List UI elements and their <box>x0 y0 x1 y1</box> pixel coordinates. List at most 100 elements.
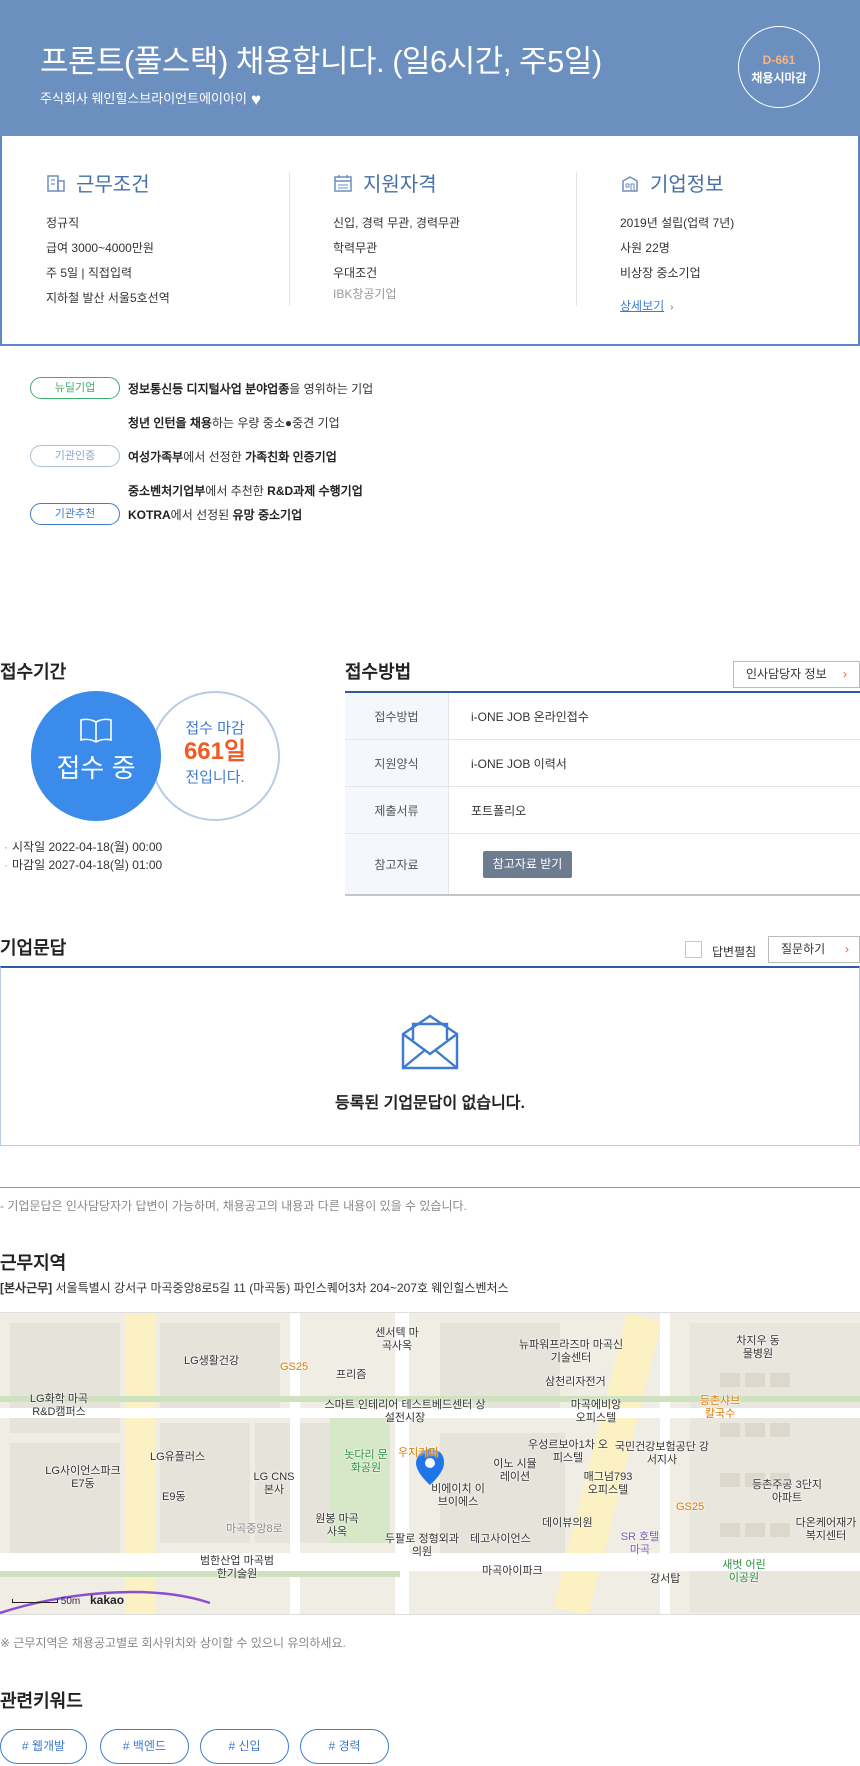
dday-circle: D-661 채용시마감 <box>738 26 820 108</box>
scale-bar <box>12 1599 58 1604</box>
work-item: 정규직 <box>46 216 80 230</box>
map-label: 차지우 동물병원 <box>736 1335 780 1360</box>
method-row-value: i-ONE JOB 이력서 <box>471 756 567 771</box>
scale-label: 50m <box>60 1596 81 1607</box>
method-table: 접수방법 i-ONE JOB 온라인접수 지원양식 i-ONE JOB 이력서 … <box>345 691 860 896</box>
work-item: 급여 3000~4000만원 <box>46 241 154 255</box>
expand-answers-checkbox[interactable] <box>685 941 702 958</box>
map-label: 범한산업 마곡범한기술원 <box>200 1555 274 1580</box>
work-conditions-title: 근무조건 <box>46 168 170 197</box>
chevron-right-icon: › <box>845 942 849 956</box>
map-label: 우지커피 <box>398 1447 439 1459</box>
location-map[interactable]: LG생활건강 GS25 프리즘 센서텍 마곡사옥 뉴파워프라즈마 마곡신기술센터… <box>0 1312 860 1615</box>
badge-desc: 청년 인턴을 채용하는 우량 중소●중견 기업 <box>128 414 340 431</box>
keyword-tag[interactable]: # 백엔드 <box>100 1729 189 1764</box>
heart-icon[interactable]: ♥ <box>251 90 261 110</box>
hr-info-label[interactable]: 인사담당자 정보 <box>746 667 827 681</box>
method-row-value: 참고자료 받기 <box>449 834 860 894</box>
company-name[interactable]: 주식회사 웨인힐스브라이언트에이아이 ♥ <box>40 88 261 110</box>
map-label: LG생활건강 <box>184 1355 240 1367</box>
qa-empty-box: 등록된 기업문답이 없습니다. <box>0 966 860 1146</box>
cert-badge: 기관인증 <box>30 445 120 467</box>
location-note: ※ 근무지역은 채용공고별로 회사위치와 상이할 수 있으니 유의하세요. <box>0 1636 346 1650</box>
company-item: 2019년 설립(업력 7년) <box>620 216 735 230</box>
calendar-icon <box>334 174 352 192</box>
company-detail-link[interactable]: 상세보기 › <box>620 297 674 314</box>
download-reference-button[interactable]: 참고자료 받기 <box>483 850 572 878</box>
company-detail-label[interactable]: 상세보기 <box>620 299 664 313</box>
column-divider <box>289 172 290 306</box>
dday-label: 채용시마감 <box>751 71 807 85</box>
hr-info-button[interactable]: 인사담당자 정보 › <box>733 661 860 688</box>
badge-desc: 정보통신등 디지털사업 분야업종을 영위하는 기업 <box>128 380 373 397</box>
end-date: 마감일 2027-04-18(일) 01:00 <box>4 856 162 874</box>
column-divider <box>576 172 577 306</box>
qualifications-title: 지원자격 <box>333 168 460 197</box>
office-icon <box>622 175 638 192</box>
deadline-circle: 접수 마감 661일 전입니다. <box>150 691 280 821</box>
map-label: 마곡중앙8로 <box>226 1523 283 1535</box>
badge-desc: KOTRA에서 선정된 유망 중소기업 <box>128 506 302 523</box>
ask-question-label[interactable]: 질문하기 <box>781 942 825 956</box>
work-item: 주 5일 | 직접입력 <box>46 266 133 280</box>
company-item: 사원 22명 <box>620 241 670 255</box>
map-label: 뉴파워프라즈마 마곡신기술센터 <box>518 1339 624 1364</box>
preferred-condition: IBK창공기업 <box>333 287 397 301</box>
map-label: LG CNS 본사 <box>253 1471 295 1496</box>
method-row-head: 제출서류 <box>345 787 449 833</box>
deadline-prefix: 접수 마감 <box>185 720 245 737</box>
map-label: 마곡아이파크 <box>482 1565 543 1577</box>
location-title: 근무지역 <box>0 1253 67 1273</box>
map-label: GS25 <box>676 1501 705 1513</box>
company-info-label: 기업정보 <box>650 174 724 196</box>
map-label: 데이뷰의원 <box>542 1517 593 1529</box>
method-row: 접수방법 i-ONE JOB 온라인접수 <box>345 693 860 740</box>
period-title: 접수기간 <box>0 662 67 682</box>
status-label: 접수 중 <box>56 753 136 783</box>
badge-desc-text: 하는 우량 중소●중견 기업 <box>211 416 340 430</box>
map-label: 우성르보아1차 오피스텔 <box>528 1439 609 1464</box>
book-icon <box>80 718 112 743</box>
map-scale: 50m <box>12 1596 80 1607</box>
map-label: 테고사이언스 <box>470 1533 531 1545</box>
badge-desc-text: 에서 선정된 <box>170 508 233 522</box>
building-icon <box>47 174 65 192</box>
company-info: 기업정보 2019년 설립(업력 7년) 사원 22명 비상장 중소기업 상세보… <box>620 168 734 314</box>
map-label: 매그넘793 오피스텔 <box>583 1471 633 1496</box>
qualification-item: 신입, 경력 무관, 경력무관 <box>333 216 461 230</box>
method-row: 지원양식 i-ONE JOB 이력서 <box>345 740 860 787</box>
deadline-days: 661일 <box>183 738 247 765</box>
divider <box>0 1187 860 1188</box>
badge-desc-text: 에서 추천한 <box>205 484 268 498</box>
company-name-text[interactable]: 주식회사 웨인힐스브라이언트에이아이 <box>40 91 247 106</box>
address-text: 서울특별시 강서구 마곡중앙8로5길 11 (마곡동) 파인스퀘어3차 204~… <box>52 1281 509 1295</box>
map-label: LG유플러스 <box>150 1451 206 1463</box>
map-label: LG화학 마곡R&D캠퍼스 <box>29 1393 89 1418</box>
keyword-tag[interactable]: # 신입 <box>200 1729 289 1764</box>
envelope-icon <box>401 1014 459 1070</box>
method-row: 제출서류 포트폴리오 <box>345 787 860 834</box>
badge-desc-bold: 여성가족부 <box>128 450 184 464</box>
method-row: 참고자료 참고자료 받기 <box>345 834 860 894</box>
map-label: GS25 <box>280 1361 309 1373</box>
qa-empty-message: 등록된 기업문답이 없습니다. <box>335 1095 525 1112</box>
keyword-tag[interactable]: # 웹개발 <box>0 1729 87 1764</box>
map-label: LG사이언스파크 E7동 <box>45 1465 121 1490</box>
map-label: 국민건강보험공단 강서지사 <box>614 1441 710 1466</box>
method-row-value: i-ONE JOB 온라인접수 <box>471 709 589 724</box>
map-label: 센서텍 마곡사옥 <box>375 1327 419 1352</box>
method-row-value: 포트폴리오 <box>471 803 527 818</box>
expand-answers-label[interactable]: 답변펼침 <box>712 943 756 960</box>
qualification-item: 우대조건 <box>333 266 378 280</box>
map-label: 강서탑 <box>650 1573 681 1585</box>
qualifications: 지원자격 신입, 경력 무관, 경력무관 학력무관 우대조건 IBK창공기업 <box>333 168 460 302</box>
map-label: 다온케어재가 복지센터 <box>795 1517 857 1542</box>
map-label: 두팔로 정형외과의원 <box>385 1533 459 1558</box>
keyword-tag[interactable]: # 경력 <box>300 1729 389 1764</box>
ask-question-button[interactable]: 질문하기 › <box>768 936 860 963</box>
map-label: SR 호텔 마곡 <box>620 1531 660 1556</box>
qa-title: 기업문답 <box>0 938 67 958</box>
status-circle: 접수 중 <box>31 691 161 821</box>
map-label: 등촌샤브 칼국수 <box>699 1395 741 1420</box>
badge-desc: 여성가족부에서 선정한 가족친화 인증기업 <box>128 448 337 465</box>
